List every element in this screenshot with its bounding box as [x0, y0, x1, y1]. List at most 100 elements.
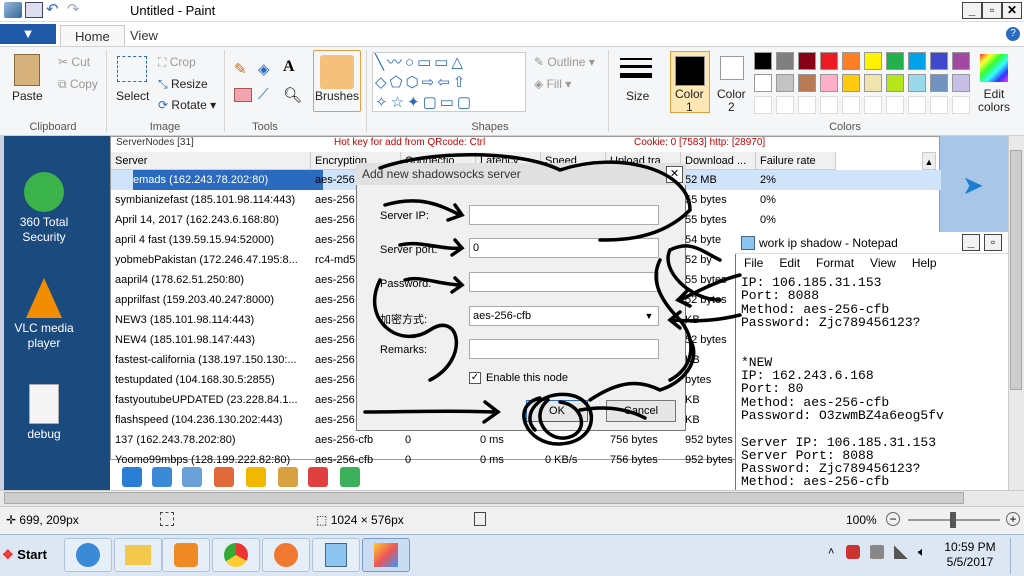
palette-color-swatch[interactable]	[754, 74, 772, 92]
dialog-close-button[interactable]: ✕	[666, 166, 683, 183]
edit-colors-button[interactable]: Edit colors	[978, 88, 1010, 114]
column-header[interactable]: Failure rate	[756, 152, 836, 170]
select-button[interactable]: Select	[116, 89, 149, 103]
fill-bucket-icon[interactable]: ◈	[258, 60, 276, 78]
taskbar-shadowsocks[interactable]	[262, 538, 310, 572]
taskbar-ie[interactable]	[64, 538, 112, 572]
desktop-icon-vlc[interactable]: VLC media player	[4, 278, 84, 351]
tab-home[interactable]: Home	[60, 25, 125, 46]
restore-button[interactable]: ▫	[982, 2, 1002, 19]
color2-swatch[interactable]	[720, 56, 744, 80]
palette-color-swatch[interactable]	[798, 52, 816, 70]
tray-device-icon[interactable]	[870, 545, 884, 559]
palette-color-swatch[interactable]	[754, 52, 772, 70]
color-picker-icon[interactable]: ⟋	[258, 86, 276, 104]
palette-color-swatch[interactable]	[864, 74, 882, 92]
save-icon[interactable]	[25, 2, 43, 18]
palette-color-swatch[interactable]	[952, 74, 970, 92]
tab-view[interactable]: View	[116, 25, 172, 46]
volume-icon[interactable]: 🔈︎	[918, 545, 932, 559]
notepad-text-area[interactable]: IP: 106.185.31.153 Port: 8088 Method: ae…	[741, 276, 1006, 490]
lightbulb-icon[interactable]	[246, 467, 266, 487]
notepad-menu-item[interactable]: Help	[904, 254, 945, 270]
notepad-maximize-button[interactable]: ▫	[984, 234, 1002, 251]
enable-node-checkbox[interactable]: ✓	[469, 372, 481, 384]
network-icon[interactable]	[894, 545, 908, 559]
tray-expand-icon[interactable]: ˄	[828, 546, 834, 558]
palette-empty-swatch[interactable]	[820, 96, 838, 114]
help-icon[interactable]: ?	[1006, 27, 1020, 41]
palette-empty-swatch[interactable]	[886, 96, 904, 114]
palette-empty-swatch[interactable]	[864, 96, 882, 114]
cancel-button[interactable]: Cancel	[606, 400, 676, 422]
select-icon[interactable]	[117, 56, 147, 82]
taskbar-media-player[interactable]	[162, 538, 210, 572]
delete-icon[interactable]	[308, 467, 328, 487]
cut-button[interactable]: ✂ Cut	[58, 55, 90, 69]
palette-color-swatch[interactable]	[776, 74, 794, 92]
palette-color-swatch[interactable]	[864, 52, 882, 70]
password-field[interactable]	[469, 272, 659, 292]
undo-icon[interactable]: ↶	[46, 2, 64, 18]
rotate-button[interactable]: ⟳ Rotate ▾	[158, 98, 216, 112]
zoom-slider-thumb[interactable]	[950, 512, 956, 528]
column-header[interactable]: Server	[111, 152, 311, 170]
palette-empty-swatch[interactable]	[930, 96, 948, 114]
palette-color-swatch[interactable]	[776, 52, 794, 70]
paint-app-icon[interactable]	[4, 2, 22, 18]
palette-empty-swatch[interactable]	[908, 96, 926, 114]
telegram-icon[interactable]: ➤	[962, 170, 992, 200]
paste-button[interactable]: Paste	[12, 89, 43, 103]
palette-color-swatch[interactable]	[952, 52, 970, 70]
palette-empty-swatch[interactable]	[952, 96, 970, 114]
palette-color-swatch[interactable]	[798, 74, 816, 92]
notepad-menu-item[interactable]: View	[862, 254, 904, 270]
horizontal-scroll-thumb[interactable]	[4, 492, 964, 504]
magnifier-icon[interactable]: 🔍︎	[283, 86, 302, 104]
desktop-icon-debug[interactable]: debug	[4, 384, 84, 442]
qrcode-icon[interactable]	[152, 467, 172, 487]
palette-empty-swatch[interactable]	[798, 96, 816, 114]
resize-button[interactable]: ⤡ Resize	[158, 77, 208, 92]
paste-icon[interactable]	[14, 54, 40, 86]
pencil-icon[interactable]: ✎	[234, 60, 252, 78]
server-port-field[interactable]: 0	[469, 238, 659, 258]
zoom-out-button[interactable]: −	[886, 512, 900, 526]
edit-icon[interactable]	[182, 467, 202, 487]
notes-icon[interactable]	[278, 467, 298, 487]
taskbar-notepad[interactable]	[312, 538, 360, 572]
zoom-in-button[interactable]: +	[1006, 512, 1020, 526]
palette-color-swatch[interactable]	[930, 52, 948, 70]
palette-empty-swatch[interactable]	[776, 96, 794, 114]
taskbar-chrome[interactable]	[212, 538, 260, 572]
minimize-button[interactable]: _	[962, 2, 982, 19]
palette-empty-swatch[interactable]	[754, 96, 772, 114]
list-scroll-up-icon[interactable]: ▲	[922, 152, 936, 170]
palette-color-swatch[interactable]	[820, 52, 838, 70]
column-header[interactable]: Download ...	[681, 152, 756, 170]
palette-empty-swatch[interactable]	[842, 96, 860, 114]
start-button[interactable]: ❖ Start	[2, 540, 54, 570]
notepad-menu-item[interactable]: File	[736, 254, 771, 270]
palette-color-swatch[interactable]	[886, 74, 904, 92]
tray-security-icon[interactable]	[846, 545, 860, 559]
palette-color-swatch[interactable]	[820, 74, 838, 92]
redo-icon[interactable]: ↷	[67, 2, 85, 18]
server-ip-field[interactable]	[469, 205, 659, 225]
palette-color-swatch[interactable]	[908, 74, 926, 92]
fill-button[interactable]: ◈ Fill ▾	[534, 77, 571, 91]
crop-button[interactable]: ⛶ Crop	[158, 55, 196, 70]
confirm-icon[interactable]	[340, 467, 360, 487]
palette-color-swatch[interactable]	[842, 52, 860, 70]
desktop-icon-360-security[interactable]: 360 Total Security	[4, 172, 84, 245]
eraser-icon[interactable]	[234, 88, 252, 102]
notepad-minimize-button[interactable]: _	[962, 234, 980, 251]
share-icon[interactable]	[214, 467, 234, 487]
text-tool-icon[interactable]: A	[283, 58, 301, 76]
taskbar-explorer[interactable]	[114, 538, 162, 572]
remarks-field[interactable]	[469, 339, 659, 359]
palette-color-swatch[interactable]	[930, 74, 948, 92]
palette-color-swatch[interactable]	[842, 74, 860, 92]
taskbar-paint[interactable]	[362, 538, 410, 572]
add-icon[interactable]	[122, 467, 142, 487]
